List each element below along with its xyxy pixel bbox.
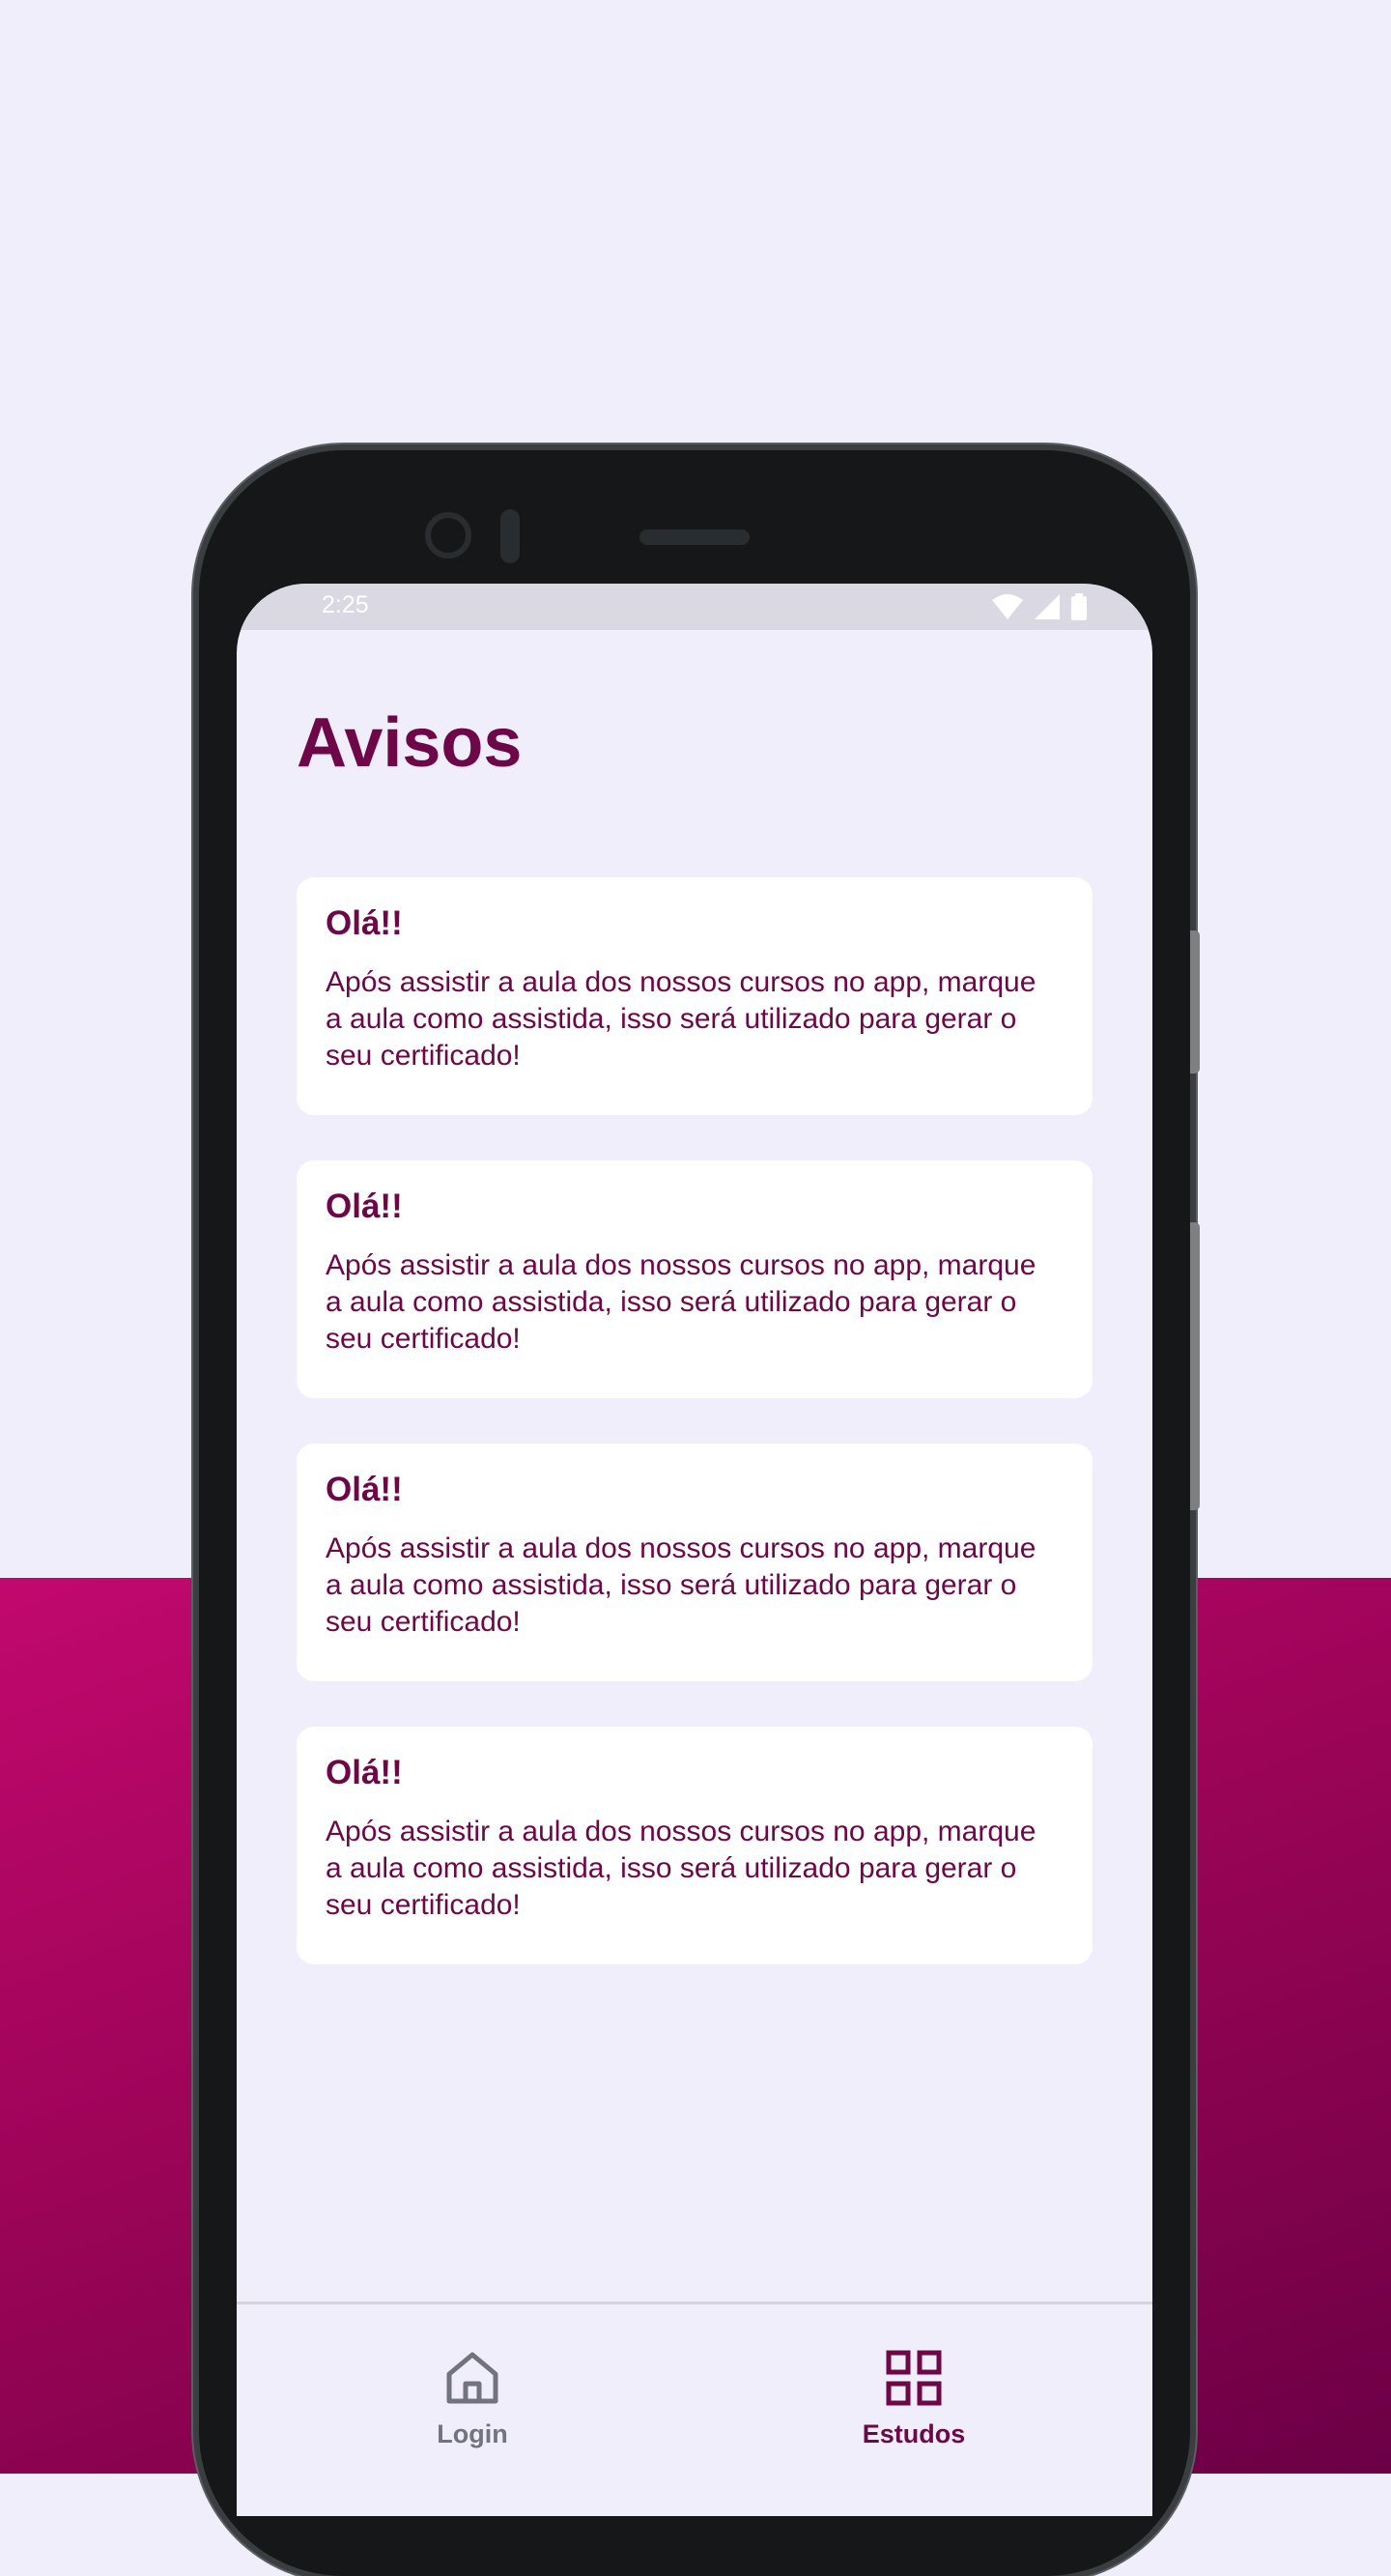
status-time: 2:25 [322,591,369,618]
bottom-navigation: Login Estudos [237,2302,1152,2516]
power-button [1190,1222,1200,1510]
notice-title: Olá!! [326,904,403,942]
nav-label-estudos: Estudos [862,2419,966,2448]
earpiece-speaker [639,530,750,545]
notice-title: Olá!! [326,1754,403,1791]
notice-body: Após assistir a aula dos nossos cursos n… [326,1816,1036,1921]
notice-card[interactable]: Olá!! Após assistir a aula dos nossos cu… [297,1444,1093,1681]
battery-icon [1071,593,1087,625]
status-bar: 2:25 [237,584,1152,630]
volume-button [1190,930,1200,1073]
notice-title: Olá!! [326,1188,403,1225]
proximity-sensor [500,509,520,563]
signal-icon [1035,594,1060,624]
home-icon [443,2349,501,2412]
grid-icon [885,2349,943,2412]
nav-label-login: Login [437,2419,508,2448]
wifi-icon [992,594,1023,624]
nav-item-estudos[interactable]: Estudos [817,2349,1010,2449]
notice-body: Após assistir a aula dos nossos cursos n… [326,1532,1036,1638]
notice-card[interactable]: Olá!! Após assistir a aula dos nossos cu… [297,1727,1093,1964]
notice-card[interactable]: Olá!! Após assistir a aula dos nossos cu… [297,877,1093,1115]
status-icons [992,593,1087,625]
notice-list: Olá!! Após assistir a aula dos nossos cu… [297,877,1093,2010]
notice-body: Após assistir a aula dos nossos cursos n… [326,1249,1036,1355]
notice-card[interactable]: Olá!! Após assistir a aula dos nossos cu… [297,1160,1093,1398]
page-title: Avisos [297,704,523,782]
nav-item-login[interactable]: Login [376,2349,569,2449]
phone-screen: 2:25 Avisos Olá!! Após assistir a aula d… [237,584,1152,2516]
front-camera [425,512,471,558]
notice-body: Após assistir a aula dos nossos cursos n… [326,966,1036,1072]
notice-title: Olá!! [326,1471,403,1508]
